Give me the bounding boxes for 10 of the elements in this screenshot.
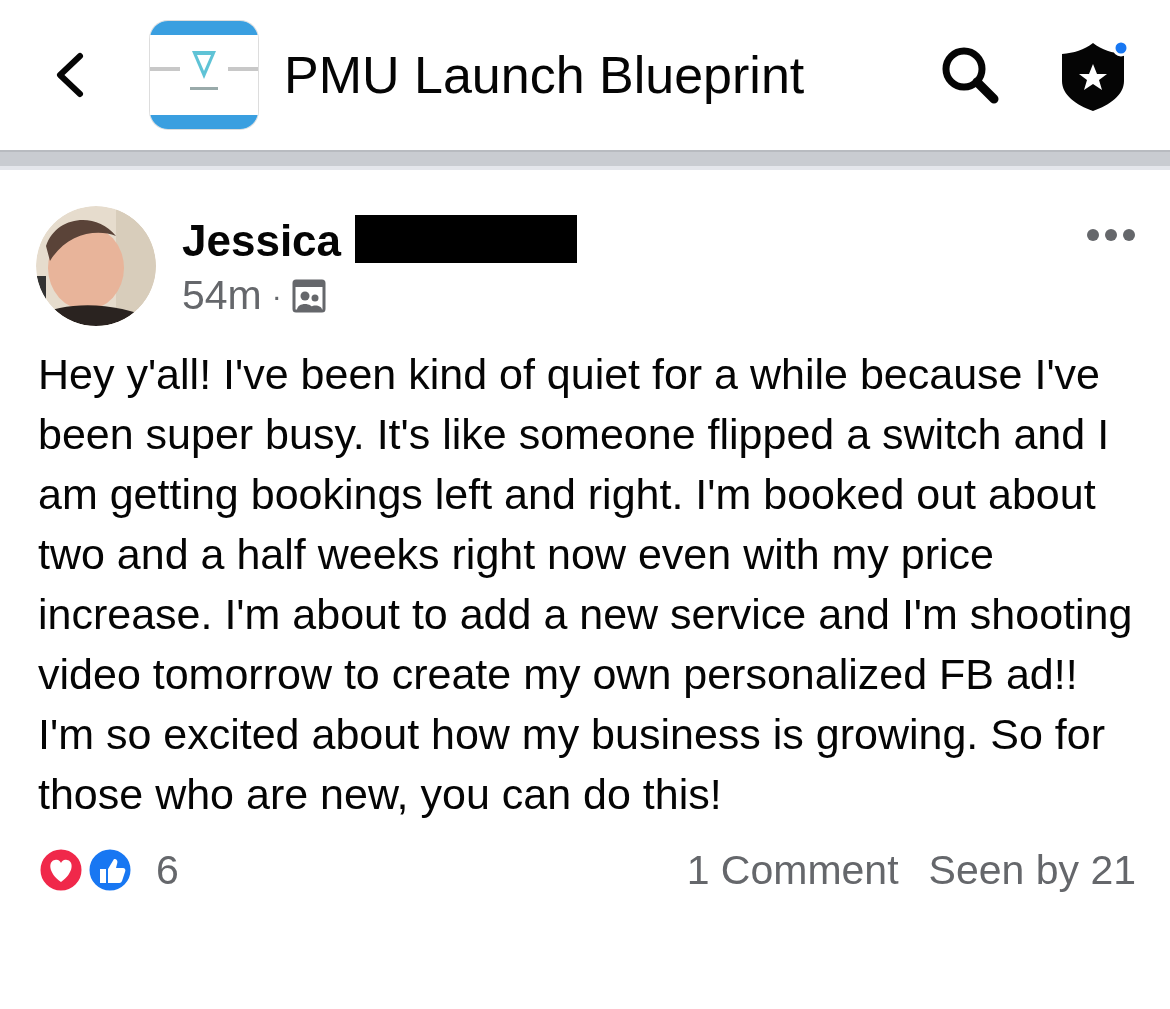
separator-dot: ·: [271, 278, 282, 313]
seen-by-count[interactable]: Seen by 21: [928, 846, 1136, 894]
more-options-icon[interactable]: [1086, 228, 1136, 242]
group-members-icon: [291, 278, 326, 313]
reaction-count[interactable]: 6: [156, 846, 179, 893]
group-title: PMU Launch Blueprint: [284, 45, 806, 105]
comment-count[interactable]: 1 Comment: [686, 846, 899, 894]
post-time: 54m: [182, 272, 262, 319]
author-name[interactable]: Jessica: [182, 216, 342, 266]
post-text: Hey y'all! I've been kind of quiet for a while because I've been super busy. It's like someone flipped a switch and I am getting bookings left and right. I'm booked out about two and a half weeks right now even with my price increase. I'm about to add a new service and I'm shooting video tomorrow to create my own personalized FB ad!! I'm so excited about how my business is growing. So for those who are new, you can do this!: [38, 349, 1134, 820]
